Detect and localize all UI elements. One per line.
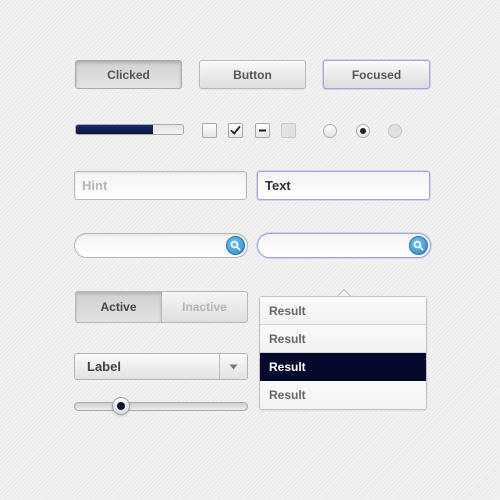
minus-icon bbox=[259, 129, 266, 132]
slider-track[interactable] bbox=[74, 402, 248, 411]
radio-disabled bbox=[388, 124, 402, 138]
checkbox-disabled bbox=[281, 123, 296, 138]
slider[interactable] bbox=[74, 396, 248, 416]
clicked-button[interactable]: Clicked bbox=[75, 60, 182, 89]
checkmark-icon bbox=[230, 126, 241, 135]
checkbox-indeterminate[interactable] bbox=[255, 123, 270, 138]
results-dropdown-list: Result Result Result Result bbox=[259, 296, 427, 410]
text-field-focused[interactable]: Text bbox=[257, 171, 430, 200]
search-icon bbox=[230, 240, 241, 251]
chevron-down-icon bbox=[229, 364, 238, 369]
list-item[interactable]: Result bbox=[260, 381, 426, 409]
segment-active[interactable]: Active bbox=[76, 292, 162, 322]
checkbox-unchecked[interactable] bbox=[202, 123, 217, 138]
search-field[interactable] bbox=[74, 233, 248, 258]
dropdown-arrow-button[interactable] bbox=[219, 354, 247, 379]
segmented-control: Active Inactive bbox=[75, 291, 248, 323]
progress-fill bbox=[76, 125, 154, 134]
hint-text-field[interactable]: Hint bbox=[74, 171, 247, 200]
radio-selected[interactable] bbox=[356, 124, 370, 138]
search-icon bbox=[413, 240, 424, 251]
radio-dot bbox=[360, 128, 366, 134]
segment-inactive[interactable]: Inactive bbox=[162, 292, 247, 322]
list-item[interactable]: Result bbox=[260, 297, 426, 325]
dropdown-select[interactable]: Label bbox=[74, 353, 248, 380]
search-button[interactable] bbox=[226, 236, 245, 255]
slider-handle[interactable] bbox=[112, 397, 131, 415]
focused-button[interactable]: Focused bbox=[323, 60, 430, 89]
progress-bar bbox=[75, 124, 184, 135]
slider-handle-dot bbox=[117, 402, 126, 410]
list-item[interactable]: Result bbox=[260, 325, 426, 353]
search-field-focused[interactable] bbox=[257, 233, 431, 258]
dropdown-label: Label bbox=[87, 359, 121, 374]
list-item-selected[interactable]: Result bbox=[260, 353, 426, 381]
checkbox-checked[interactable] bbox=[228, 123, 243, 138]
radio-unselected[interactable] bbox=[323, 124, 337, 138]
search-button[interactable] bbox=[409, 236, 428, 255]
default-button[interactable]: Button bbox=[199, 60, 306, 89]
